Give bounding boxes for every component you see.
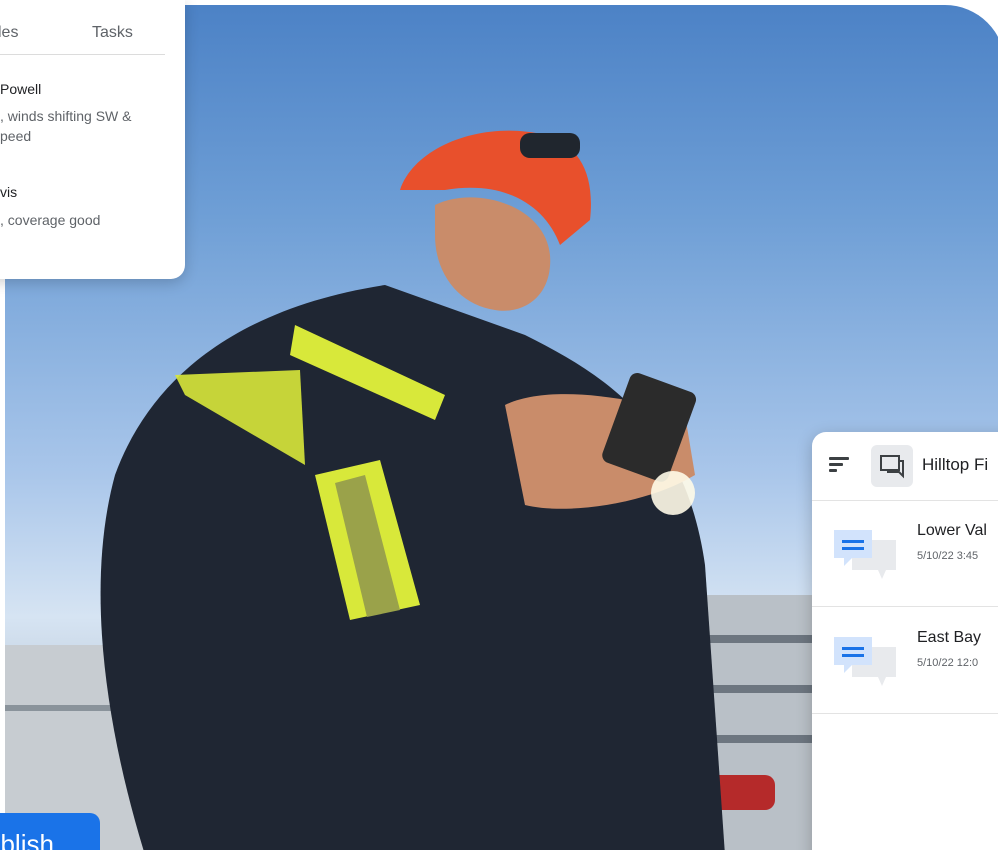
conversation-timestamp: 5/10/22 12:0 — [917, 657, 979, 669]
panel-title: Hilltop Fi — [922, 455, 989, 474]
message-author: vis — [0, 184, 18, 200]
message-text-line: peed — [0, 128, 32, 144]
message-text: , winds shifting SW & peed — [0, 106, 190, 146]
conversation-item[interactable]: East Bay 5/10/22 12:0 — [812, 607, 998, 714]
sort-icon-bar — [829, 457, 849, 460]
tab-updates[interactable]: les — [0, 24, 18, 42]
sort-icon-bar — [829, 469, 837, 472]
conversation-title: East Bay — [917, 629, 982, 646]
messages-card: les Tasks Powell , winds shifting SW & p… — [0, 0, 185, 279]
message-thread-icon — [834, 637, 896, 686]
tab-bar: les Tasks — [0, 24, 165, 55]
message-text-line: , winds shifting SW & — [0, 108, 132, 124]
chat-icon[interactable] — [871, 445, 913, 487]
message-text: , coverage good — [0, 210, 190, 230]
conversation-timestamp: 5/10/22 3:45 — [917, 550, 979, 562]
message-thread-icon — [834, 530, 896, 579]
publish-button[interactable]: ublish — [0, 813, 100, 850]
message-text-line: , coverage good — [0, 212, 101, 228]
chat-icon-glyph — [880, 455, 904, 479]
publish-button-label: ublish — [0, 829, 54, 850]
tab-tasks[interactable]: Tasks — [92, 24, 133, 42]
panel-header: Hilltop Fi — [812, 432, 998, 501]
sort-icon-bar — [829, 463, 843, 466]
screen: les Tasks Powell , winds shifting SW & p… — [0, 0, 998, 850]
sort-icon[interactable] — [829, 457, 849, 473]
conversation-item[interactable]: Lower Val 5/10/22 3:45 — [812, 500, 998, 607]
message-author: Powell — [0, 81, 42, 97]
conversation-title: Lower Val — [917, 522, 987, 539]
conversations-panel: Hilltop Fi Lower Val 5/10/22 3:45 East B… — [812, 432, 998, 850]
